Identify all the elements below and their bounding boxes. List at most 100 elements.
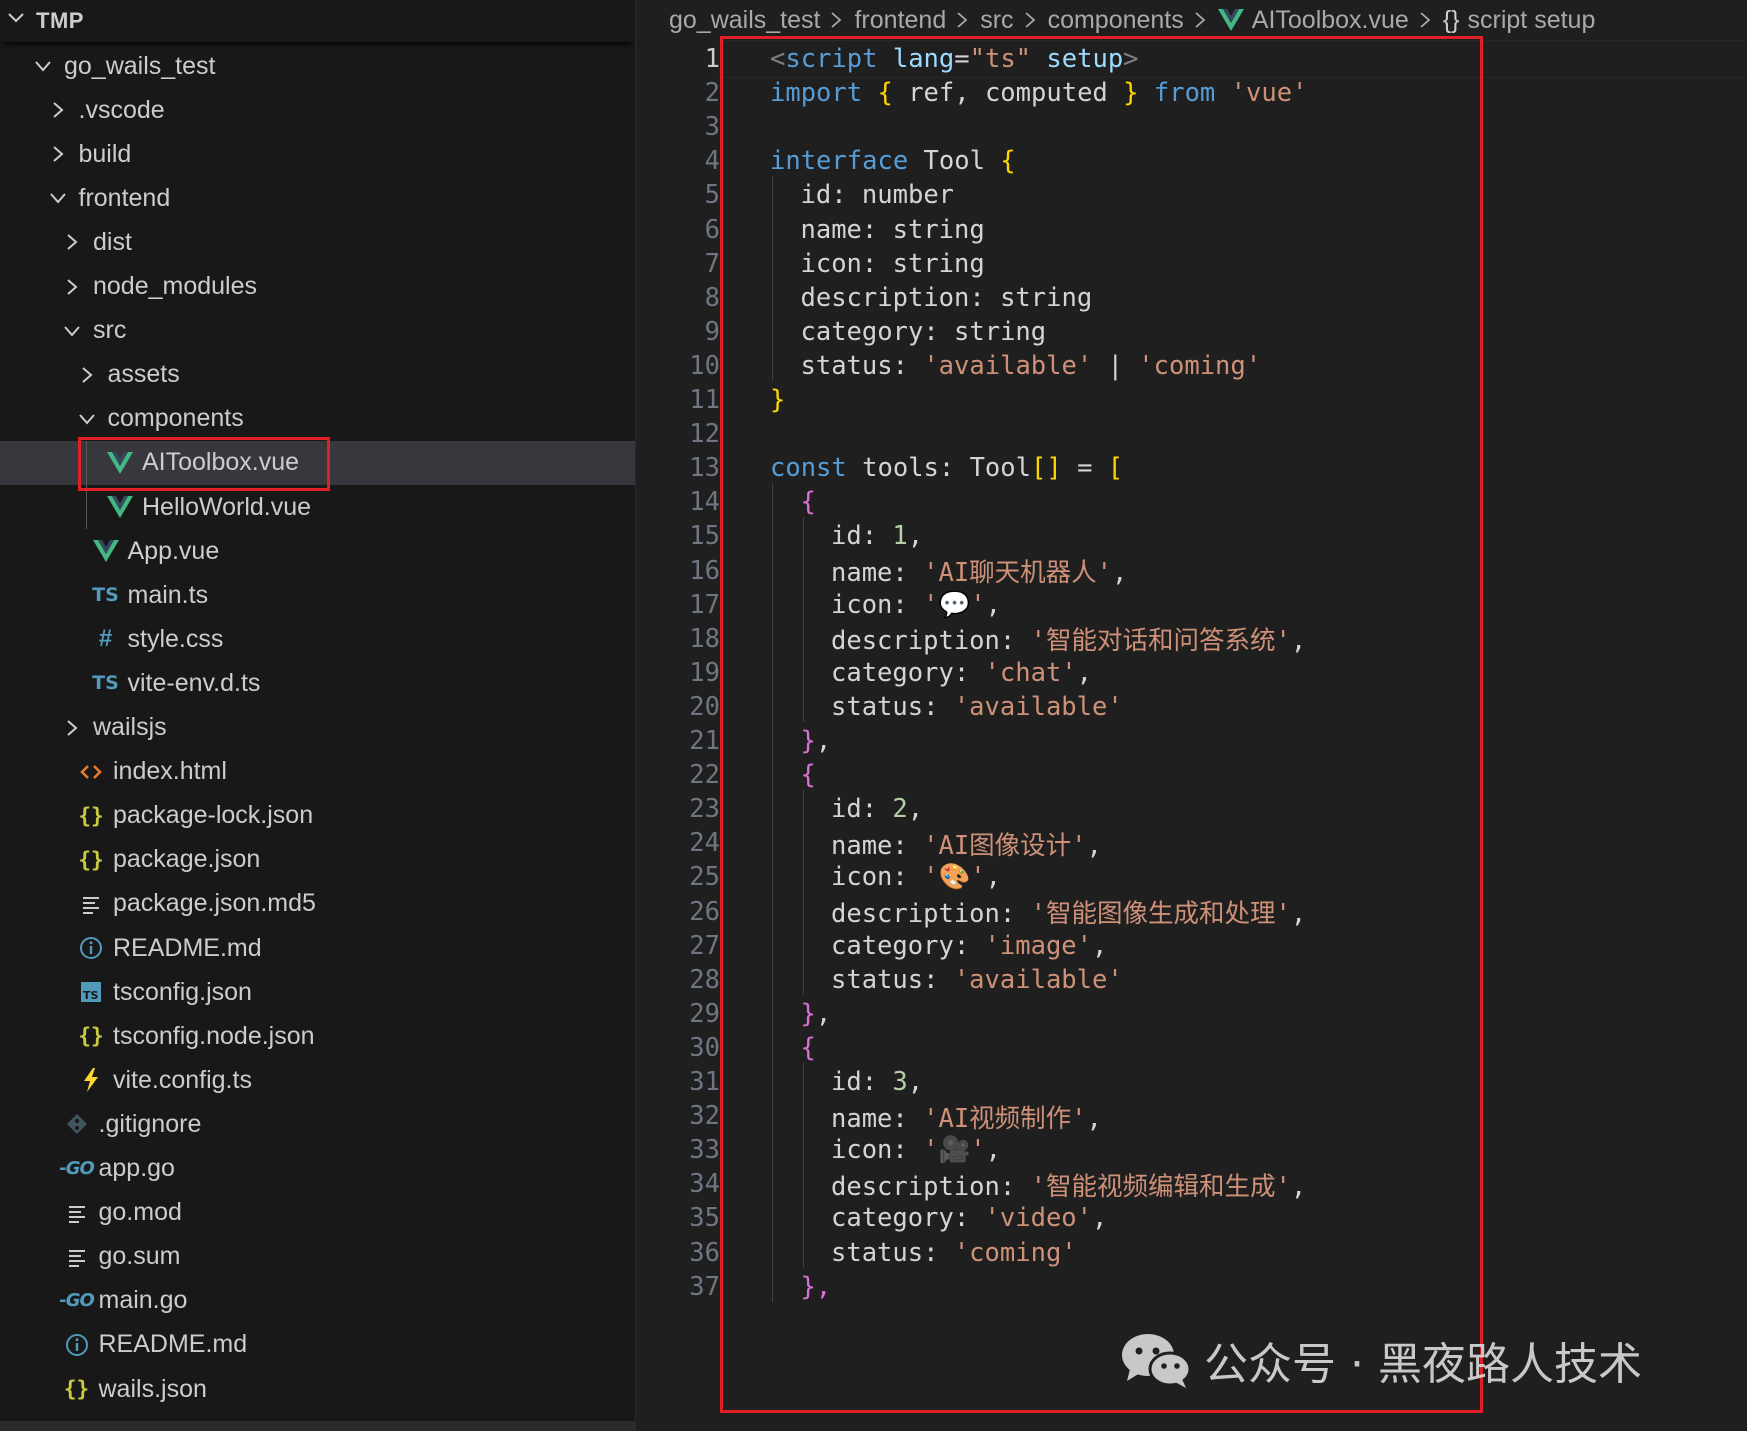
code-line[interactable]: 8 description: string — [637, 279, 1747, 317]
tree-folder-item[interactable]: wailsjs — [0, 706, 635, 750]
tree-file-item[interactable]: TS main.ts — [0, 573, 635, 617]
chevron-right-icon[interactable] — [59, 274, 85, 300]
tree-file-item[interactable]: go.mod — [0, 1191, 635, 1235]
tree-file-item[interactable]: .gitignore — [0, 1102, 635, 1146]
tree-file-item[interactable]: # style.css — [0, 617, 635, 661]
code-line[interactable]: 13 const tools: Tool[] = [ — [637, 449, 1747, 487]
tree-file-item[interactable]: -GO main.go — [0, 1279, 635, 1323]
tree-folder-item[interactable]: node_modules — [0, 265, 635, 309]
chevron-right-icon[interactable] — [45, 141, 71, 167]
code-line[interactable]: 25 icon: '🎨', — [637, 858, 1747, 896]
line-number: 1 — [704, 44, 720, 74]
vue-file-icon — [92, 537, 120, 565]
tree-file-item[interactable]: -GO app.go — [0, 1147, 635, 1191]
chevron-right-icon[interactable] — [59, 715, 85, 741]
code-line[interactable]: 3 — [637, 108, 1747, 146]
tree-file-item[interactable]: vite.config.ts — [0, 1058, 635, 1102]
tree-folder-item[interactable]: build — [0, 132, 635, 176]
code-line[interactable]: 27 category: 'image', — [637, 927, 1747, 965]
code-line[interactable]: 6 name: string — [637, 211, 1747, 249]
chevron-down-icon[interactable] — [30, 53, 56, 79]
breadcrumb-item[interactable]: go_wails_test — [669, 6, 820, 35]
code-line[interactable]: 15 id: 1, — [637, 517, 1747, 555]
explorer-horizontal-scrollbar[interactable] — [0, 1421, 635, 1431]
tree-folder-item[interactable]: .vscode — [0, 88, 635, 132]
code-line[interactable]: 34 description: '智能视频编辑和生成', — [637, 1165, 1747, 1203]
code-line[interactable]: 23 id: 2, — [637, 790, 1747, 828]
code-line[interactable]: 14 { — [637, 483, 1747, 521]
code-line[interactable]: 30 { — [637, 1029, 1747, 1067]
breadcrumb-item[interactable]: src — [980, 6, 1013, 35]
tree-file-item[interactable]: README.md — [0, 926, 635, 970]
code-line[interactable]: 5 id: number — [637, 176, 1747, 214]
code-token: > — [1123, 44, 1139, 74]
tree-file-item[interactable]: TS tsconfig.json — [0, 970, 635, 1014]
code-line[interactable]: 10 status: 'available' | 'coming' — [637, 347, 1747, 385]
code-line[interactable]: 31 id: 3, — [637, 1063, 1747, 1101]
chevron-down-icon[interactable] — [45, 185, 71, 211]
tree-folder-item[interactable]: go_wails_test — [0, 44, 635, 88]
tree-folder-item[interactable]: components — [0, 397, 635, 441]
tree-file-item[interactable]: {} tsconfig.node.json — [0, 1014, 635, 1058]
code-line-text: interface Tool { — [720, 146, 1016, 176]
tree-folder-item[interactable]: dist — [0, 220, 635, 264]
code-line[interactable]: 35 category: 'video', — [637, 1199, 1747, 1237]
tree-file-item[interactable]: TS vite-env.d.ts — [0, 661, 635, 705]
code-line[interactable]: 2 import { ref, computed } from 'vue' — [637, 74, 1747, 112]
tree-folder-item[interactable]: frontend — [0, 176, 635, 220]
code-line[interactable]: 32 name: 'AI视频制作', — [637, 1097, 1747, 1135]
code-line[interactable]: 29}, — [637, 995, 1747, 1033]
code-token: [ — [1107, 453, 1124, 484]
chevron-down-icon[interactable] — [59, 318, 85, 344]
code-line[interactable]: 18 description: '智能对话和问答系统', — [637, 620, 1747, 658]
breadcrumb-item[interactable]: frontend — [854, 6, 946, 35]
breadcrumb-item[interactable]: components — [1048, 6, 1184, 35]
code-line[interactable]: 1 <script lang="ts" setup> — [637, 40, 1747, 78]
tsconfig-file-icon: TS — [77, 978, 105, 1006]
tree-folder-item[interactable]: assets — [0, 353, 635, 397]
code-token: } — [770, 385, 786, 415]
tree-file-item[interactable]: README.md — [0, 1323, 635, 1367]
chevron-down-icon[interactable] — [74, 406, 100, 432]
code-line[interactable]: 17 icon: '💬', — [637, 586, 1747, 624]
code-line-text: description: '智能图像生成和处理', — [720, 893, 1306, 930]
code-line[interactable]: 7 icon: string — [637, 245, 1747, 283]
code-line[interactable]: 16 name: 'AI聊天机器人', — [637, 552, 1747, 590]
tree-file-item[interactable]: go.sum — [0, 1235, 635, 1279]
code-line[interactable]: 33 icon: '🎥', — [637, 1131, 1747, 1169]
tree-file-item[interactable]: index.html — [0, 750, 635, 794]
code-line[interactable]: 24 name: 'AI图像设计', — [637, 824, 1747, 862]
code-line[interactable]: 19 category: 'chat', — [637, 654, 1747, 692]
chevron-right-icon[interactable] — [74, 362, 100, 388]
tree-file-item[interactable]: {} package.json — [0, 838, 635, 882]
breadcrumb-file[interactable]: AIToolbox.vue — [1217, 6, 1409, 35]
code-line[interactable]: 11} — [637, 381, 1747, 419]
code-line[interactable]: 26 description: '智能图像生成和处理', — [637, 893, 1747, 931]
code-line[interactable]: 21}, — [637, 722, 1747, 760]
tree-file-item[interactable]: AIToolbox.vue — [0, 440, 635, 485]
code-line[interactable]: 22 { — [637, 756, 1747, 794]
tree-folder-item[interactable]: src — [0, 309, 635, 353]
tree-file-item[interactable]: {} package-lock.json — [0, 794, 635, 838]
tree-file-item[interactable]: package.json.md5 — [0, 882, 635, 926]
code-line[interactable]: 37}, — [637, 1268, 1747, 1306]
tree-item-label: package.json — [113, 845, 261, 874]
explorer-section-header[interactable]: TMP — [0, 0, 635, 42]
code-line[interactable]: 4 interface Tool { — [637, 142, 1747, 180]
tree-file-item[interactable]: App.vue — [0, 529, 635, 573]
breadcrumb-symbol[interactable]: {} script setup — [1443, 6, 1596, 35]
code-editor[interactable]: 1 <script lang="ts" setup> 2 import { ref, … — [637, 40, 1747, 1431]
code-token: status: — [800, 350, 924, 381]
tree-file-item[interactable]: HelloWorld.vue — [0, 485, 635, 529]
code-token: }, — [800, 1271, 832, 1302]
chevron-right-icon[interactable] — [45, 97, 71, 123]
code-line[interactable]: 28 status: 'available' — [637, 961, 1747, 999]
code-line[interactable]: 20 status: 'available' — [637, 688, 1747, 726]
code-line[interactable]: 12 — [637, 415, 1747, 453]
code-line[interactable]: 36 status: 'coming' — [637, 1234, 1747, 1272]
tree-file-item[interactable]: {} wails.json — [0, 1367, 635, 1411]
code-line[interactable]: 9 category: string — [637, 313, 1747, 351]
chevron-right-icon[interactable] — [59, 229, 85, 255]
chevron-down-icon[interactable] — [6, 8, 28, 34]
